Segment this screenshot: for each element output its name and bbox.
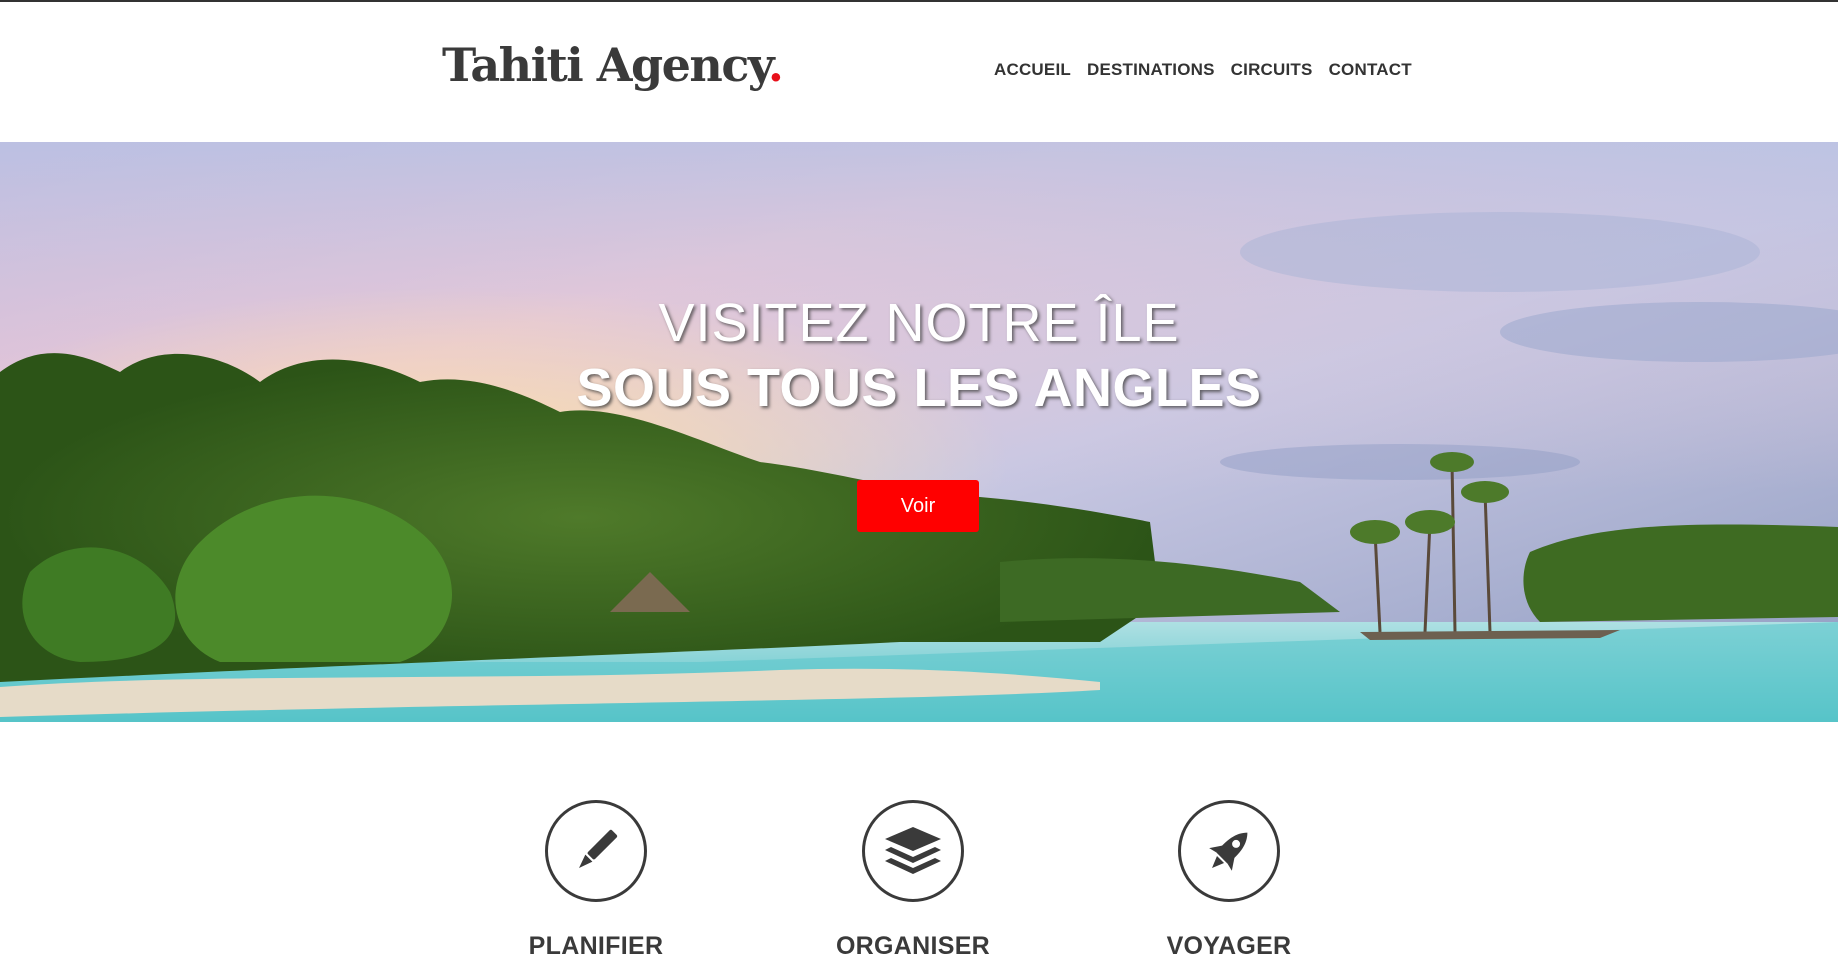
site-header: Tahiti Agency. ACCUEIL DESTINATIONS CIRC… (0, 2, 1838, 142)
rocket-icon (1209, 832, 1248, 871)
feature-title: PLANIFIER (528, 932, 664, 960)
logo-text: Tahiti Agency (442, 38, 769, 92)
feature-voyager: VOYAGER (1119, 800, 1339, 961)
feature-title: VOYAGER (1166, 932, 1292, 960)
logo-dot: . (767, 38, 784, 92)
feature-organiser: ORGANISER (803, 800, 1023, 961)
nav-item-accueil[interactable]: ACCUEIL (994, 60, 1071, 80)
site-logo[interactable]: Tahiti Agency. (442, 38, 784, 92)
nav-item-contact[interactable]: CONTACT (1329, 60, 1412, 80)
nav-item-destinations[interactable]: DESTINATIONS (1087, 60, 1215, 80)
hero-title-line1: VISITEZ NOTRE ÎLE (658, 293, 1180, 353)
hero-title-line2: SOUS TOUS LES ANGLES (576, 358, 1262, 418)
feature-planifier: PLANIFIER (486, 800, 706, 961)
layers-icon (885, 827, 941, 874)
pen-icon (579, 829, 618, 868)
feature-icon-circle (1178, 800, 1280, 902)
voir-button[interactable]: Voir (857, 480, 979, 532)
hero-banner: VISITEZ NOTRE ÎLE SOUS TOUS LES ANGLES V… (0, 142, 1838, 722)
hero-background-image (0, 142, 1838, 722)
main-nav: ACCUEIL DESTINATIONS CIRCUITS CONTACT (994, 60, 1412, 80)
feature-icon-circle (862, 800, 964, 902)
nav-item-circuits[interactable]: CIRCUITS (1231, 60, 1313, 80)
feature-icon-circle (545, 800, 647, 902)
feature-title: ORGANISER (835, 932, 991, 960)
